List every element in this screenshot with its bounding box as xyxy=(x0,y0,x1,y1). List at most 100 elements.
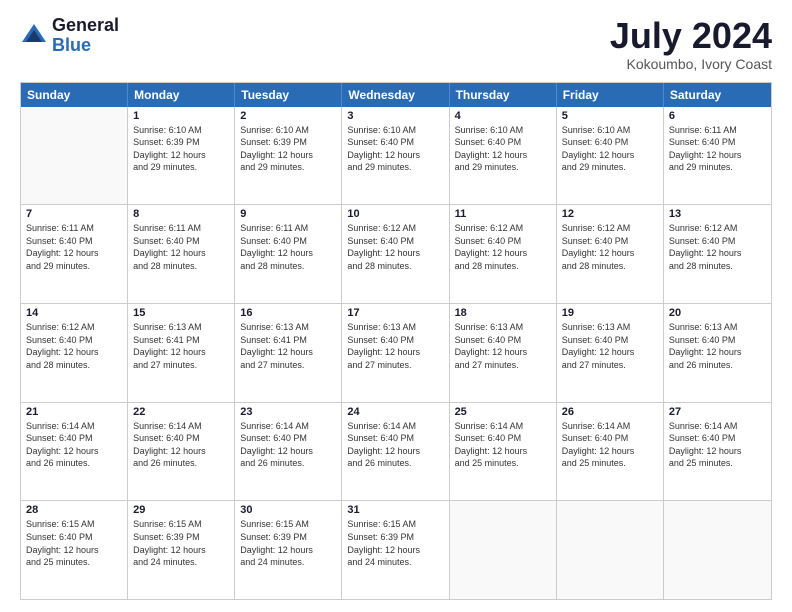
calendar-cell: 14Sunrise: 6:12 AMSunset: 6:40 PMDayligh… xyxy=(21,304,128,402)
calendar-row: 14Sunrise: 6:12 AMSunset: 6:40 PMDayligh… xyxy=(21,303,771,402)
calendar-cell: 20 Sunrise: 6:13 AMSunset: 6:40 PMDayligh… xyxy=(664,304,771,402)
cell-info: Sunrise: 6:10 AMSunset: 6:40 PMDaylight:… xyxy=(347,124,443,174)
calendar-cell: 5 Sunrise: 6:10 AMSunset: 6:40 PMDaylight… xyxy=(557,107,664,205)
day-number: 8 xyxy=(133,208,229,220)
cell-info: Sunrise: 6:13 AMSunset: 6:40 PMDaylight:… xyxy=(562,321,658,371)
calendar-cell xyxy=(450,501,557,599)
day-number: 2 xyxy=(240,110,336,122)
calendar-cell: 27 Sunrise: 6:14 AMSunset: 6:40 PMDayligh… xyxy=(664,403,771,501)
header-day: Monday xyxy=(128,83,235,107)
cell-info: Sunrise: 6:10 AMSunset: 6:40 PMDaylight:… xyxy=(562,124,658,174)
day-number: 17 xyxy=(347,307,443,319)
calendar-cell: 17 Sunrise: 6:13 AMSunset: 6:40 PMDayligh… xyxy=(342,304,449,402)
calendar-cell: 6Sunrise: 6:11 AMSunset: 6:40 PMDaylight… xyxy=(664,107,771,205)
logo-text: General Blue xyxy=(52,16,119,56)
logo: General Blue xyxy=(20,16,119,56)
cell-info: Sunrise: 6:14 AMSunset: 6:40 PMDaylight:… xyxy=(455,420,551,470)
header: General Blue July 2024 Kokoumbo, Ivory C… xyxy=(20,16,772,72)
cell-info: Sunrise: 6:12 AMSunset: 6:40 PMDaylight:… xyxy=(669,222,766,272)
day-number: 30 xyxy=(240,504,336,516)
calendar-cell: 12Sunrise: 6:12 AMSunset: 6:40 PMDayligh… xyxy=(557,205,664,303)
cell-info: Sunrise: 6:11 AMSunset: 6:40 PMDaylight:… xyxy=(26,222,122,272)
calendar-row: 7 Sunrise: 6:11 AMSunset: 6:40 PMDaylight… xyxy=(21,204,771,303)
calendar-row: 21 Sunrise: 6:14 AMSunset: 6:40 PMDayligh… xyxy=(21,402,771,501)
cell-info: Sunrise: 6:10 AMSunset: 6:39 PMDaylight:… xyxy=(240,124,336,174)
day-number: 9 xyxy=(240,208,336,220)
calendar-cell: 25 Sunrise: 6:14 AMSunset: 6:40 PMDayligh… xyxy=(450,403,557,501)
month-title: July 2024 xyxy=(610,16,772,56)
header-day: Sunday xyxy=(21,83,128,107)
calendar-cell: 1Sunrise: 6:10 AMSunset: 6:39 PMDaylight… xyxy=(128,107,235,205)
day-number: 29 xyxy=(133,504,229,516)
cell-info: Sunrise: 6:14 AMSunset: 6:40 PMDaylight:… xyxy=(240,420,336,470)
day-number: 26 xyxy=(562,406,658,418)
cell-info: Sunrise: 6:14 AMSunset: 6:40 PMDaylight:… xyxy=(669,420,766,470)
calendar-cell: 22 Sunrise: 6:14 AMSunset: 6:40 PMDayligh… xyxy=(128,403,235,501)
day-number: 11 xyxy=(455,208,551,220)
cell-info: Sunrise: 6:13 AMSunset: 6:40 PMDaylight:… xyxy=(347,321,443,371)
calendar-cell xyxy=(557,501,664,599)
cell-info: Sunrise: 6:15 AMSunset: 6:39 PMDaylight:… xyxy=(240,518,336,568)
calendar-row: 28 Sunrise: 6:15 AMSunset: 6:40 PMDayligh… xyxy=(21,500,771,599)
calendar: SundayMondayTuesdayWednesdayThursdayFrid… xyxy=(20,82,772,600)
calendar-cell: 2 Sunrise: 6:10 AMSunset: 6:39 PMDaylight… xyxy=(235,107,342,205)
day-number: 31 xyxy=(347,504,443,516)
logo-blue-label: Blue xyxy=(52,36,119,56)
day-number: 22 xyxy=(133,406,229,418)
page: General Blue July 2024 Kokoumbo, Ivory C… xyxy=(0,0,792,612)
calendar-cell: 8 Sunrise: 6:11 AMSunset: 6:40 PMDaylight… xyxy=(128,205,235,303)
calendar-header: SundayMondayTuesdayWednesdayThursdayFrid… xyxy=(21,83,771,107)
calendar-cell: 21Sunrise: 6:14 AMSunset: 6:40 PMDayligh… xyxy=(21,403,128,501)
day-number: 13 xyxy=(669,208,766,220)
day-number: 27 xyxy=(669,406,766,418)
day-number: 15 xyxy=(133,307,229,319)
calendar-body: 1 Sunrise: 6:10 AMSunset: 6:39 PMDaylight… xyxy=(21,107,771,599)
day-number: 18 xyxy=(455,307,551,319)
calendar-cell: 16Sunrise: 6:13 AMSunset: 6:41 PMDayligh… xyxy=(235,304,342,402)
day-number: 1 xyxy=(133,110,229,122)
day-number: 24 xyxy=(347,406,443,418)
day-number: 28 xyxy=(26,504,122,516)
calendar-cell: 11Sunrise: 6:12 AMSunset: 6:40 PMDayligh… xyxy=(450,205,557,303)
calendar-cell: 3 Sunrise: 6:10 AMSunset: 6:40 PMDaylight… xyxy=(342,107,449,205)
cell-info: Sunrise: 6:10 AMSunset: 6:40 PMDaylight:… xyxy=(455,124,551,174)
calendar-cell: 28 Sunrise: 6:15 AMSunset: 6:40 PMDayligh… xyxy=(21,501,128,599)
calendar-cell: 15 Sunrise: 6:13 AMSunset: 6:41 PMDayligh… xyxy=(128,304,235,402)
cell-info: Sunrise: 6:12 AMSunset: 6:40 PMDaylight:… xyxy=(26,321,122,371)
logo-general-label: General xyxy=(52,16,119,36)
calendar-cell: 26Sunrise: 6:14 AMSunset: 6:40 PMDayligh… xyxy=(557,403,664,501)
calendar-cell: 19 Sunrise: 6:13 AMSunset: 6:40 PMDayligh… xyxy=(557,304,664,402)
calendar-cell: 31 Sunrise: 6:15 AMSunset: 6:39 PMDayligh… xyxy=(342,501,449,599)
day-number: 7 xyxy=(26,208,122,220)
cell-info: Sunrise: 6:12 AMSunset: 6:40 PMDaylight:… xyxy=(347,222,443,272)
calendar-cell: 9Sunrise: 6:11 AMSunset: 6:40 PMDaylight… xyxy=(235,205,342,303)
day-number: 21 xyxy=(26,406,122,418)
calendar-cell: 30 Sunrise: 6:15 AMSunset: 6:39 PMDayligh… xyxy=(235,501,342,599)
cell-info: Sunrise: 6:15 AMSunset: 6:40 PMDaylight:… xyxy=(26,518,122,568)
day-number: 4 xyxy=(455,110,551,122)
calendar-cell: 13 Sunrise: 6:12 AMSunset: 6:40 PMDayligh… xyxy=(664,205,771,303)
header-day: Wednesday xyxy=(342,83,449,107)
calendar-cell: 18Sunrise: 6:13 AMSunset: 6:40 PMDayligh… xyxy=(450,304,557,402)
cell-info: Sunrise: 6:14 AMSunset: 6:40 PMDaylight:… xyxy=(347,420,443,470)
title-section: July 2024 Kokoumbo, Ivory Coast xyxy=(610,16,772,72)
header-day: Friday xyxy=(557,83,664,107)
cell-info: Sunrise: 6:14 AMSunset: 6:40 PMDaylight:… xyxy=(133,420,229,470)
day-number: 20 xyxy=(669,307,766,319)
cell-info: Sunrise: 6:12 AMSunset: 6:40 PMDaylight:… xyxy=(562,222,658,272)
calendar-cell: 7 Sunrise: 6:11 AMSunset: 6:40 PMDaylight… xyxy=(21,205,128,303)
calendar-cell xyxy=(664,501,771,599)
day-number: 23 xyxy=(240,406,336,418)
calendar-cell: 29Sunrise: 6:15 AMSunset: 6:39 PMDayligh… xyxy=(128,501,235,599)
cell-info: Sunrise: 6:11 AMSunset: 6:40 PMDaylight:… xyxy=(133,222,229,272)
calendar-cell: 24 Sunrise: 6:14 AMSunset: 6:40 PMDayligh… xyxy=(342,403,449,501)
cell-info: Sunrise: 6:13 AMSunset: 6:41 PMDaylight:… xyxy=(133,321,229,371)
day-number: 19 xyxy=(562,307,658,319)
day-number: 5 xyxy=(562,110,658,122)
day-number: 3 xyxy=(347,110,443,122)
cell-info: Sunrise: 6:13 AMSunset: 6:40 PMDaylight:… xyxy=(669,321,766,371)
cell-info: Sunrise: 6:15 AMSunset: 6:39 PMDaylight:… xyxy=(347,518,443,568)
calendar-row: 1 Sunrise: 6:10 AMSunset: 6:39 PMDaylight… xyxy=(21,107,771,205)
header-day: Saturday xyxy=(664,83,771,107)
day-number: 25 xyxy=(455,406,551,418)
